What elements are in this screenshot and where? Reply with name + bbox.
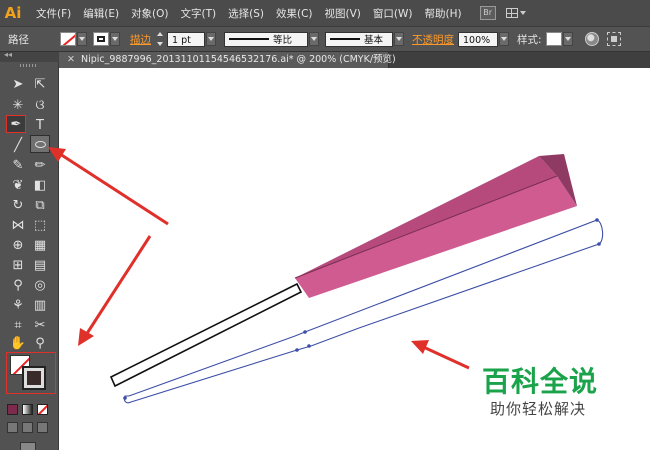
stick-outline[interactable]: [109, 282, 303, 388]
eraser-tool-icon[interactable]: ◧: [30, 176, 50, 194]
brush-dropdown[interactable]: [394, 32, 404, 46]
scale-tool-icon[interactable]: ⧉: [30, 196, 50, 214]
menu-effect[interactable]: 效果(C): [270, 6, 319, 21]
fill-stroke-widget[interactable]: [6, 352, 56, 394]
bridge-icon[interactable]: Br: [479, 6, 496, 20]
document-tab[interactable]: ✕ Nipic_9887996_20131101154546532176.ai* …: [59, 52, 396, 68]
color-mode-buttons: [7, 404, 48, 415]
perspective-grid-tool-icon[interactable]: ▦: [30, 236, 50, 254]
width-tool-icon[interactable]: ⋈: [8, 216, 28, 234]
color-button[interactable]: [7, 404, 18, 415]
gradient-button[interactable]: [22, 404, 33, 415]
blob-brush-tool-icon[interactable]: ❦: [8, 176, 28, 194]
direct-selection-tool-icon[interactable]: ⇱: [30, 75, 50, 93]
magic-wand-tool-icon[interactable]: ✳: [8, 96, 28, 114]
draw-inside-icon[interactable]: [37, 422, 48, 433]
selection-type-label: 路径: [8, 33, 29, 46]
workspace-layout-icon[interactable]: [505, 6, 532, 20]
control-bar: 路径 描边 1 pt 等比 基本 不透明度 100% 样式:: [0, 26, 650, 52]
recolor-artwork-icon[interactable]: [584, 32, 599, 46]
shape-builder-tool-icon[interactable]: ⊕: [8, 236, 28, 254]
none-button[interactable]: [37, 404, 48, 415]
opacity-dropdown[interactable]: [499, 32, 509, 46]
paintbrush-tool-icon[interactable]: ✎: [8, 156, 28, 174]
close-icon[interactable]: ✕: [67, 54, 75, 65]
slice-tool-icon[interactable]: ✂: [30, 316, 50, 334]
stroke-weight-field[interactable]: 1 pt: [167, 31, 205, 47]
screen-mode-button[interactable]: [20, 442, 36, 450]
gradient-tool-icon[interactable]: ▤: [30, 256, 50, 274]
stroke-swatch[interactable]: [93, 32, 109, 46]
fan-edge-line: [294, 175, 558, 279]
free-transform-tool-icon[interactable]: ⬚: [30, 216, 50, 234]
draw-normal-icon[interactable]: [7, 422, 18, 433]
menu-file[interactable]: 文件(F): [30, 6, 77, 21]
stroke-label-link[interactable]: 描边: [130, 32, 151, 47]
ellipse-tool-icon[interactable]: [30, 135, 50, 153]
watermark: 百科全说 助你轻松解决: [470, 360, 650, 450]
menu-view[interactable]: 视图(V): [319, 6, 367, 21]
anchor-point[interactable]: [303, 330, 307, 334]
type-tool-icon[interactable]: T: [30, 116, 50, 134]
style-label: 样式:: [517, 33, 542, 46]
style-dropdown[interactable]: [562, 32, 573, 46]
stroke-dropdown[interactable]: [110, 32, 120, 46]
mesh-tool-icon[interactable]: ⊞: [8, 256, 28, 274]
selection-tool-icon[interactable]: ➤: [8, 75, 28, 93]
anchor-point[interactable]: [597, 242, 601, 246]
pen-tool-icon[interactable]: ✒: [6, 115, 26, 133]
anchor-point[interactable]: [123, 396, 127, 400]
panel-collapse-grip[interactable]: [0, 50, 59, 62]
draw-behind-icon[interactable]: [22, 422, 33, 433]
menu-type[interactable]: 文字(T): [175, 6, 223, 21]
fan-front-face[interactable]: [295, 176, 577, 298]
lasso-tool-icon[interactable]: ଓ: [30, 96, 50, 114]
opacity-label-link[interactable]: 不透明度: [412, 32, 454, 47]
menu-edit[interactable]: 编辑(E): [77, 6, 125, 21]
menu-select[interactable]: 选择(S): [222, 6, 270, 21]
anchor-point[interactable]: [307, 344, 311, 348]
menu-window[interactable]: 窗口(W): [367, 6, 419, 21]
menu-bar: Ai 文件(F) 编辑(E) 对象(O) 文字(T) 选择(S) 效果(C) 视…: [0, 0, 650, 26]
anchor-point[interactable]: [595, 218, 599, 222]
blend-tool-icon[interactable]: ◎: [30, 276, 50, 294]
line-segment-tool-icon[interactable]: ╱: [8, 136, 28, 154]
opacity-field[interactable]: 100%: [458, 31, 498, 47]
tools-panel: ➤ ⇱ ✳ ଓ ✒ T ╱ ✎ ✏ ❦ ◧ ↻ ⧉ ⋈ ⬚ ⊕ ▦ ⊞ ▤ ⚲ …: [0, 50, 59, 450]
menu-help[interactable]: 帮助(H): [419, 6, 468, 21]
graphic-style-swatch[interactable]: [545, 32, 562, 46]
menu-object[interactable]: 对象(O): [125, 6, 174, 21]
drawing-modes: [7, 422, 48, 433]
fill-dropdown[interactable]: [77, 32, 87, 46]
profile-label: 等比: [273, 35, 293, 46]
column-graph-tool-icon[interactable]: ▥: [30, 296, 50, 314]
pencil-tool-icon[interactable]: ✏: [30, 156, 50, 174]
zoom-tool-icon[interactable]: ⚲: [30, 334, 50, 352]
hand-tool-icon[interactable]: ✋: [8, 334, 28, 352]
fill-swatch[interactable]: [60, 32, 76, 46]
stroke-weight-stepper[interactable]: [155, 32, 165, 46]
isolate-object-icon[interactable]: [606, 32, 621, 46]
artboard-canvas[interactable]: 百科全说 助你轻松解决: [59, 68, 650, 450]
eyedropper-tool-icon[interactable]: ⚲: [8, 276, 28, 294]
brush-definition[interactable]: 基本: [325, 31, 393, 47]
artboard-tool-icon[interactable]: ⌗: [8, 316, 28, 334]
panel-drag-handle[interactable]: [20, 64, 38, 67]
stroke-weight-dropdown[interactable]: [206, 32, 216, 46]
symbol-sprayer-tool-icon[interactable]: ⚘: [8, 296, 28, 314]
stroke-color-box[interactable]: [22, 366, 46, 390]
document-tab-bar: ✕ Nipic_9887996_20131101154546532176.ai* …: [59, 52, 650, 68]
profile-dropdown[interactable]: [309, 32, 319, 46]
watermark-title: 百科全说: [482, 365, 599, 398]
brush-label: 基本: [364, 35, 384, 46]
annotation-arrow-canvas: [418, 343, 470, 370]
rotate-tool-icon[interactable]: ↻: [8, 196, 28, 214]
app-logo: Ai: [4, 4, 22, 22]
watermark-subtitle: 助你轻松解决: [490, 400, 587, 418]
document-tab-title: Nipic_9887996_20131101154546532176.ai* @…: [80, 54, 396, 65]
anchor-point[interactable]: [295, 348, 299, 352]
variable-width-profile[interactable]: 等比: [224, 31, 308, 47]
